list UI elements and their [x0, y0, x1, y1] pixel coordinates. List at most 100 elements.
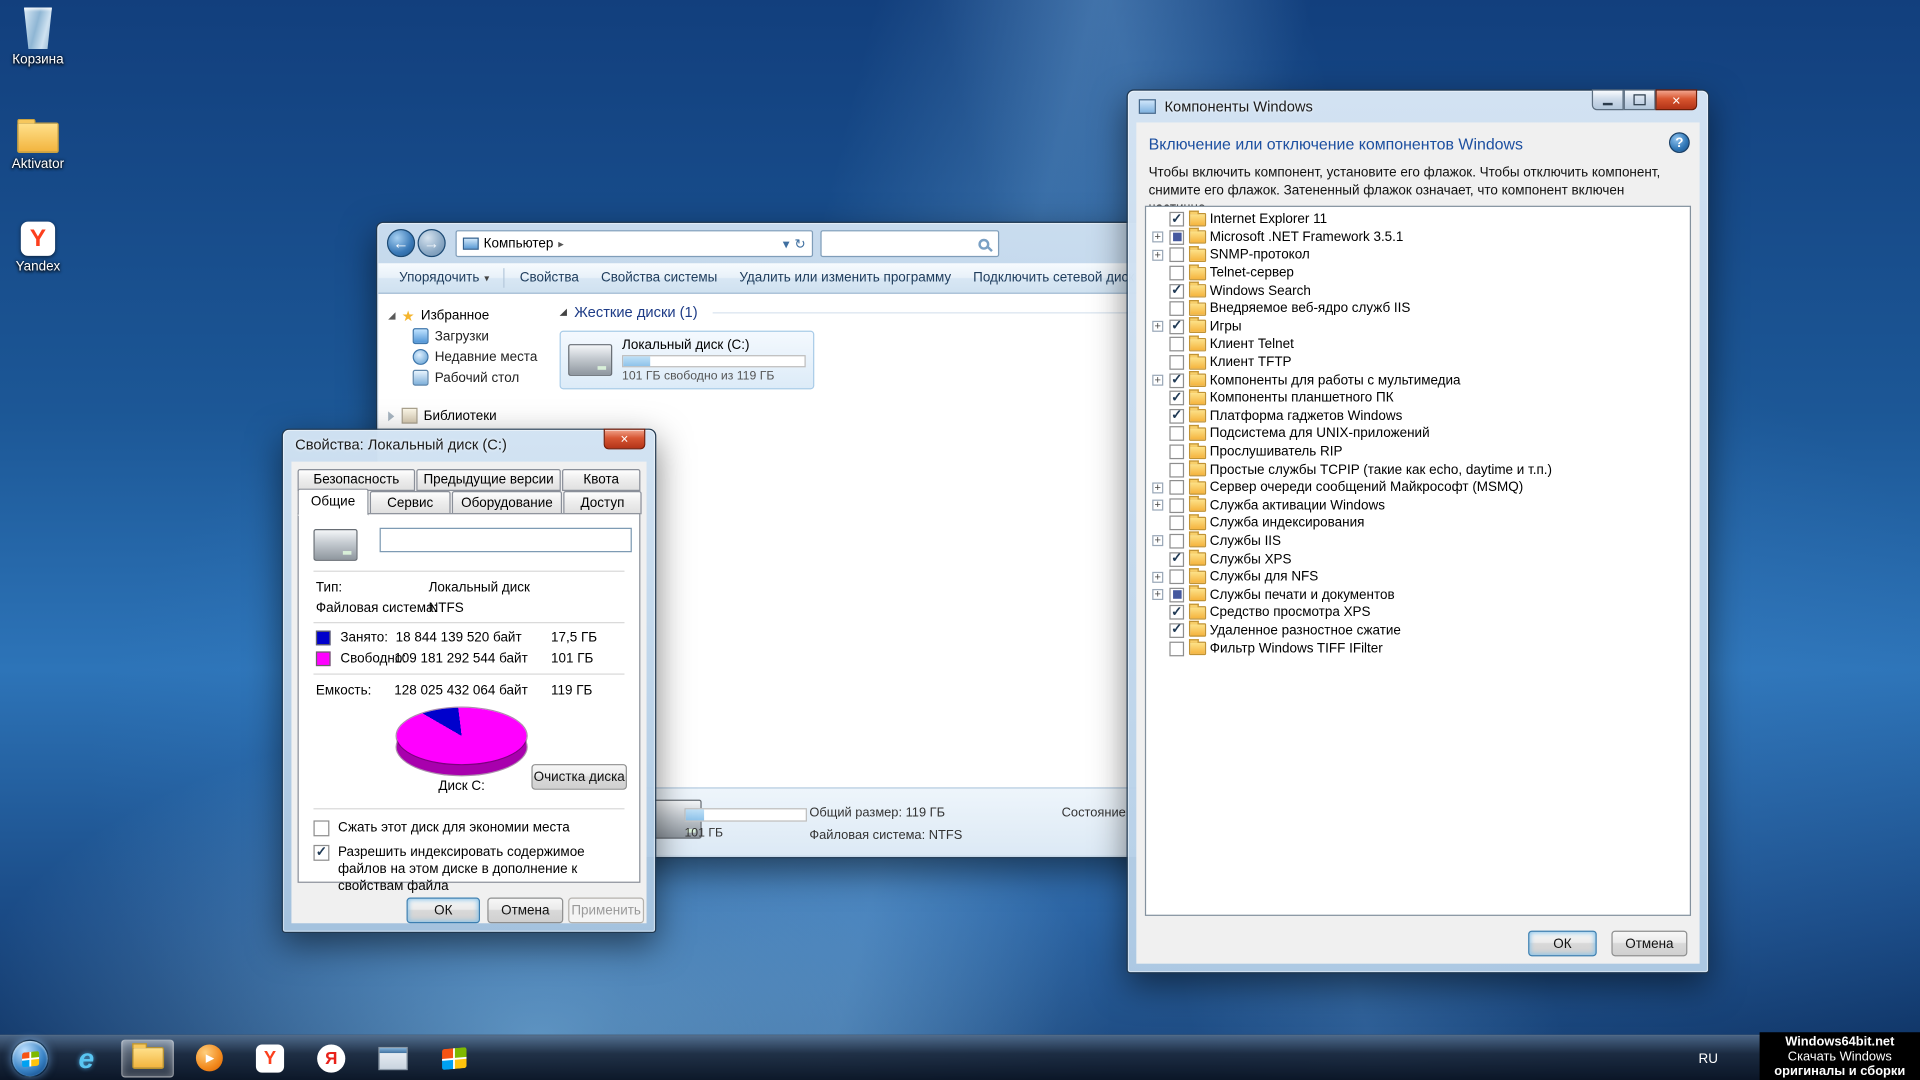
component-checkbox[interactable]	[1169, 605, 1184, 620]
tree-expanded-icon[interactable]	[388, 312, 395, 319]
expand-plus-icon[interactable]: +	[1152, 536, 1163, 547]
back-button[interactable]: ←	[387, 229, 415, 257]
toolbar-command-3[interactable]: Удалить или изменить программу	[728, 267, 962, 289]
component-checkbox[interactable]	[1169, 355, 1184, 370]
ok-button[interactable]: ОК	[1528, 931, 1597, 957]
toolbar-command-4[interactable]: Подключить сетевой диск	[962, 267, 1145, 289]
desktop-icon-yandex[interactable]: Yandex	[2, 216, 73, 275]
sidebar-item-1[interactable]: Недавние места	[378, 347, 545, 368]
index-checkbox[interactable]	[313, 845, 329, 861]
component-checkbox[interactable]	[1169, 445, 1184, 460]
address-bar[interactable]: Компьютер ▸ ▾ ↻	[456, 230, 814, 257]
expand-plus-icon[interactable]: +	[1152, 589, 1163, 600]
ie-taskbar-button[interactable]	[60, 1039, 113, 1077]
group-collapse-icon[interactable]	[560, 309, 567, 316]
start-button[interactable]	[11, 1039, 49, 1077]
sidebar-item-2[interactable]: Рабочий стол	[378, 367, 545, 388]
components-list[interactable]: Internet Explorer 11+Microsoft .NET Fram…	[1145, 206, 1691, 916]
sidebar-item-favorites[interactable]: ★ Избранное	[378, 306, 545, 326]
component-checkbox[interactable]	[1169, 552, 1184, 567]
close-button[interactable]: ×	[1656, 89, 1698, 110]
component-item[interactable]: Клиент TFTP	[1146, 354, 1690, 372]
sidebar-item-libraries[interactable]: Библиотеки	[378, 405, 545, 426]
refresh-icon[interactable]: ↻	[794, 236, 805, 252]
component-checkbox[interactable]	[1169, 337, 1184, 352]
toolbar-command-0[interactable]: Упорядочить▾	[388, 267, 500, 289]
component-item[interactable]: +Службы IIS	[1146, 532, 1690, 550]
component-checkbox[interactable]	[1169, 373, 1184, 388]
expand-plus-icon[interactable]: +	[1152, 250, 1163, 261]
component-checkbox[interactable]	[1169, 248, 1184, 263]
component-item[interactable]: +Служба активации Windows	[1146, 497, 1690, 515]
component-item[interactable]: Удаленное разностное сжатие	[1146, 622, 1690, 640]
component-item[interactable]: Подсистема для UNIX-приложений	[1146, 425, 1690, 443]
forward-button[interactable]: →	[418, 229, 446, 257]
component-checkbox[interactable]	[1169, 391, 1184, 406]
explorer-taskbar-button[interactable]	[121, 1039, 174, 1077]
tab-front-2[interactable]: Оборудование	[452, 491, 562, 514]
component-item[interactable]: +Игры	[1146, 318, 1690, 336]
minimize-button[interactable]	[1592, 89, 1624, 110]
component-checkbox[interactable]	[1169, 534, 1184, 549]
search-input[interactable]	[820, 230, 999, 257]
expand-plus-icon[interactable]: +	[1152, 232, 1163, 243]
expand-plus-icon[interactable]: +	[1152, 571, 1163, 582]
component-item[interactable]: Внедряемое веб-ядро служб IIS	[1146, 300, 1690, 318]
help-icon[interactable]: ?	[1669, 132, 1690, 153]
cancel-button[interactable]: Отмена	[1611, 931, 1687, 957]
expand-plus-icon[interactable]: +	[1152, 375, 1163, 386]
component-checkbox[interactable]	[1169, 641, 1184, 656]
breadcrumb-arrow-icon[interactable]: ▸	[558, 237, 564, 250]
installer-taskbar-button[interactable]	[366, 1039, 419, 1077]
toolbar-command-2[interactable]: Свойства системы	[590, 267, 728, 289]
toolbar-command-1[interactable]: Свойства	[509, 267, 590, 289]
component-checkbox[interactable]	[1169, 587, 1184, 602]
expand-plus-icon[interactable]: +	[1152, 321, 1163, 332]
component-item[interactable]: +Службы печати и документов	[1146, 586, 1690, 604]
tab-back-1[interactable]: Предыдущие версии	[416, 469, 560, 491]
component-item[interactable]: Telnet-сервер	[1146, 264, 1690, 282]
component-item[interactable]: Компоненты планшетного ПК	[1146, 389, 1690, 407]
component-checkbox[interactable]	[1169, 570, 1184, 585]
language-indicator[interactable]: RU	[1699, 1052, 1718, 1067]
address-dropdown-icon[interactable]: ▾	[783, 236, 790, 252]
component-checkbox[interactable]	[1169, 319, 1184, 334]
component-checkbox[interactable]	[1169, 498, 1184, 513]
apply-button[interactable]: Применить	[568, 898, 644, 924]
component-item[interactable]: +SNMP-протокол	[1146, 246, 1690, 264]
tab-back-2[interactable]: Квота	[562, 469, 640, 491]
yandex-y-taskbar-button[interactable]	[244, 1039, 297, 1077]
component-item[interactable]: Службы XPS	[1146, 550, 1690, 568]
component-checkbox[interactable]	[1169, 266, 1184, 281]
component-item[interactable]: Простые службы TCPIP (такие как echo, da…	[1146, 461, 1690, 479]
component-item[interactable]: Фильтр Windows TIFF IFilter	[1146, 639, 1690, 657]
component-item[interactable]: +Компоненты для работы с мультимедиа	[1146, 371, 1690, 389]
component-checkbox[interactable]	[1169, 462, 1184, 477]
component-checkbox[interactable]	[1169, 284, 1184, 299]
component-checkbox[interactable]	[1169, 212, 1184, 227]
compress-checkbox-row[interactable]: Сжать этот диск для экономии места	[313, 820, 569, 836]
compress-checkbox[interactable]	[313, 820, 329, 836]
component-item[interactable]: Платформа гаджетов Windows	[1146, 407, 1690, 425]
component-checkbox[interactable]	[1169, 427, 1184, 442]
media-taskbar-button[interactable]	[182, 1039, 235, 1077]
yandex-browser-taskbar-button[interactable]	[305, 1039, 358, 1077]
tab-front-0[interactable]: Общие	[298, 489, 369, 516]
component-checkbox[interactable]	[1169, 480, 1184, 495]
expand-plus-icon[interactable]: +	[1152, 482, 1163, 493]
component-item[interactable]: +Microsoft .NET Framework 3.5.1	[1146, 228, 1690, 246]
component-item[interactable]: Прослушиватель RIP	[1146, 443, 1690, 461]
component-checkbox[interactable]	[1169, 409, 1184, 424]
component-checkbox[interactable]	[1169, 302, 1184, 317]
sidebar-item-0[interactable]: Загрузки	[378, 326, 545, 347]
index-checkbox-row[interactable]: Разрешить индексировать содержимое файло…	[313, 845, 634, 896]
close-button[interactable]: ×	[604, 429, 646, 450]
component-item[interactable]: Клиент Telnet	[1146, 336, 1690, 354]
windows-flag-taskbar-button[interactable]	[427, 1039, 480, 1077]
tree-collapsed-icon[interactable]	[388, 411, 394, 421]
tab-front-3[interactable]: Доступ	[563, 491, 641, 514]
ok-button[interactable]: ОК	[407, 898, 480, 924]
component-item[interactable]: Internet Explorer 11	[1146, 211, 1690, 229]
cancel-button[interactable]: Отмена	[487, 898, 563, 924]
component-item[interactable]: Служба индексирования	[1146, 514, 1690, 532]
